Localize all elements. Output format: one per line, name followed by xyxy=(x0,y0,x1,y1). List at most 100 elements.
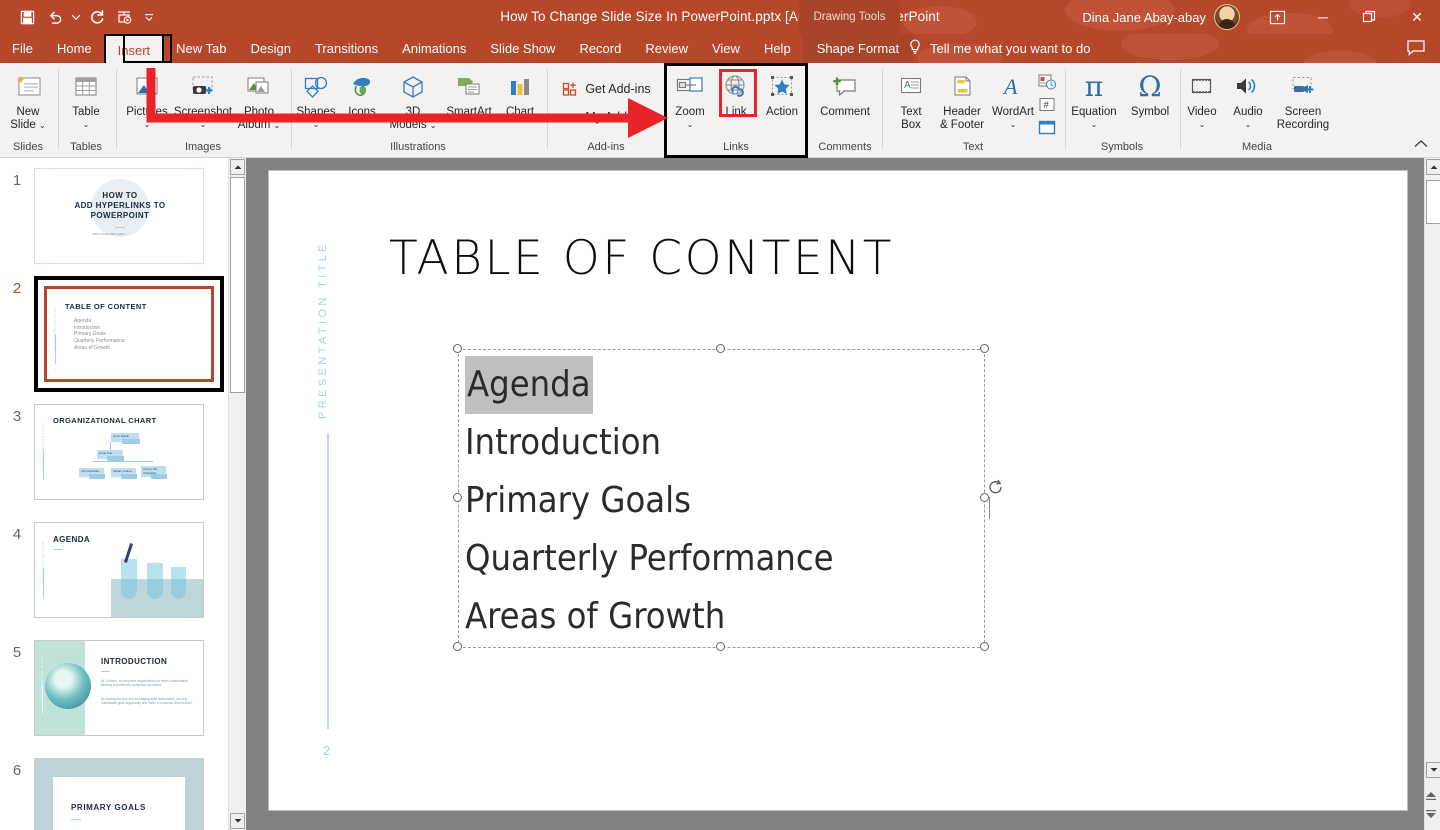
list-item-areas-of-growth[interactable]: Areas of Growth xyxy=(465,588,834,646)
tab-transitions[interactable]: Transitions xyxy=(303,34,390,63)
redo-icon[interactable] xyxy=(84,4,110,30)
list-item-quarterly-performance[interactable]: Quarterly Performance xyxy=(465,530,834,588)
tab-design[interactable]: Design xyxy=(239,34,303,63)
my-addins-button[interactable]: My Add-ins xyxy=(559,105,649,129)
undo-icon[interactable] xyxy=(42,4,68,30)
tab-shape-format[interactable]: Shape Format xyxy=(803,34,913,63)
thumbnail-preview-4[interactable]: PRESENTATION TITLE AGENDA xyxy=(34,522,204,618)
screenshot-button[interactable]: Screenshot ⌄ xyxy=(175,66,231,129)
thumbnail-preview-2[interactable]: PRESENTATION TITLE 2 TABLE OF CONTENT Ag… xyxy=(44,286,214,382)
shapes-button[interactable]: Shapes ⌄ xyxy=(293,66,339,129)
get-addins-button[interactable]: Get Add-ins xyxy=(559,77,652,101)
zoom-button[interactable]: Zoom ⌄ xyxy=(667,66,713,129)
table-caret-icon[interactable]: ⌄ xyxy=(83,120,90,129)
audio-button[interactable]: Audio ⌄ xyxy=(1225,66,1271,129)
slide-thumbnail-pane[interactable]: 1 HOW TOADD HYPERLINKS TOPOWERPOINT DINA… xyxy=(0,158,228,830)
wordart-button[interactable]: A WordArt ⌄ xyxy=(990,66,1036,129)
tab-record[interactable]: Record xyxy=(567,34,633,63)
3d-models-button[interactable]: 3D Models ⌄ xyxy=(385,66,441,132)
thumbnail-pane-scrollbar[interactable] xyxy=(228,158,246,830)
tell-me-box[interactable]: Tell me what you want to do xyxy=(908,34,1090,63)
chart-button[interactable]: Chart xyxy=(497,66,543,119)
resize-handle-top-center[interactable] xyxy=(716,344,725,353)
tab-insert[interactable]: Insert xyxy=(104,34,165,63)
tab-review[interactable]: Review xyxy=(633,34,700,63)
list-item-primary-goals[interactable]: Primary Goals xyxy=(465,472,834,530)
chevron-up-icon[interactable] xyxy=(1412,137,1430,153)
screenshot-caret-icon[interactable]: ⌄ xyxy=(200,120,207,129)
thumbnail-slide-3[interactable]: 3 PRESENTATION TITLE ORGANIZATIONAL CHAR… xyxy=(0,404,228,500)
table-button[interactable]: Table ⌄ xyxy=(58,66,114,129)
photo-album-button[interactable]: Photo Album ⌄ xyxy=(231,66,287,132)
resize-handle-top-left[interactable] xyxy=(453,344,462,353)
slide-scroll-down-button[interactable] xyxy=(1426,762,1440,778)
previous-slide-button[interactable] xyxy=(1424,788,1438,802)
equation-button[interactable]: π Equation ⌄ xyxy=(1066,66,1122,129)
comment-button[interactable]: Comment xyxy=(813,66,877,119)
new-slide-button[interactable]: New Slide ⌄ xyxy=(0,66,56,132)
avatar[interactable] xyxy=(1214,4,1240,30)
resize-handle-bottom-left[interactable] xyxy=(453,642,462,651)
comments-icon[interactable] xyxy=(1406,39,1426,57)
screen-recording-button[interactable]: Screen Recording xyxy=(1271,66,1335,131)
next-slide-button[interactable] xyxy=(1424,808,1438,822)
thumbnail-slide-6[interactable]: 6 PRIMARY GOALS xyxy=(0,758,228,830)
tab-help[interactable]: Help xyxy=(752,34,803,63)
tab-slide-show[interactable]: Slide Show xyxy=(478,34,567,63)
resize-handle-top-right[interactable] xyxy=(980,344,989,353)
undo-dropdown-icon[interactable] xyxy=(70,4,82,30)
save-icon[interactable] xyxy=(14,4,40,30)
tab-file[interactable]: File xyxy=(0,34,45,63)
thumbnail-preview-1[interactable]: HOW TOADD HYPERLINKS TOPOWERPOINT DINA J… xyxy=(34,168,204,264)
header-footer-button[interactable]: Header & Footer xyxy=(934,66,990,131)
slide-scrollbar-thumb[interactable] xyxy=(1426,180,1440,224)
action-button[interactable]: Action xyxy=(759,66,805,119)
resize-handle-middle-right[interactable] xyxy=(980,493,989,502)
video-caret-icon[interactable]: ⌄ xyxy=(1199,120,1206,129)
date-and-time-icon[interactable] xyxy=(1036,72,1058,92)
video-button[interactable]: Video ⌄ xyxy=(1179,66,1225,129)
content-text-box[interactable]: Agenda Introduction Primary Goals Quarte… xyxy=(458,349,985,648)
slide-scroll-up-button[interactable] xyxy=(1426,159,1440,175)
thumbnail-slide-5[interactable]: 5 PRESENTATION TITLE INTRODUCTION At Con… xyxy=(0,640,228,736)
list-item-agenda[interactable]: Agenda xyxy=(465,356,593,414)
shapes-caret-icon[interactable]: ⌄ xyxy=(313,120,320,129)
object-icon[interactable] xyxy=(1036,118,1058,138)
close-button[interactable]: ✕ xyxy=(1394,0,1440,34)
audio-caret-icon[interactable]: ⌄ xyxy=(1245,120,1252,129)
slide-title[interactable]: TABLE OF CONTENT xyxy=(389,231,894,286)
ribbon-display-options-icon[interactable] xyxy=(1266,7,1288,27)
text-box-button[interactable]: A Text Box xyxy=(888,66,934,131)
list-item-introduction[interactable]: Introduction xyxy=(465,414,834,472)
resize-handle-bottom-right[interactable] xyxy=(980,642,989,651)
thumbnail-slide-2[interactable]: 2 PRESENTATION TITLE 2 TABLE OF CONTENT … xyxy=(0,276,228,392)
thumbnail-slide-1[interactable]: 1 HOW TOADD HYPERLINKS TOPOWERPOINT DINA… xyxy=(0,168,228,264)
thumbnail-preview-6[interactable]: PRIMARY GOALS xyxy=(34,758,204,830)
slide-number-icon[interactable]: # xyxy=(1036,95,1058,115)
pictures-button[interactable]: Pictures ⌄ xyxy=(119,66,175,129)
thumbnail-slide-4[interactable]: 4 PRESENTATION TITLE AGENDA xyxy=(0,522,228,618)
tab-new-tab[interactable]: New Tab xyxy=(164,34,238,63)
wordart-caret-icon[interactable]: ⌄ xyxy=(1010,120,1017,129)
pictures-caret-icon[interactable]: ⌄ xyxy=(144,120,151,129)
thumbnail-preview-5[interactable]: PRESENTATION TITLE INTRODUCTION At Conto… xyxy=(34,640,204,736)
start-slideshow-icon[interactable] xyxy=(112,4,138,30)
resize-handle-middle-left[interactable] xyxy=(453,493,462,502)
rotate-handle[interactable] xyxy=(987,479,1005,497)
thumbnail-scroll-down-button[interactable] xyxy=(230,813,245,829)
minimize-button[interactable]: ─ xyxy=(1300,0,1346,34)
tab-view[interactable]: View xyxy=(700,34,752,63)
thumbnail-scroll-up-button[interactable] xyxy=(230,159,245,175)
tab-home[interactable]: Home xyxy=(45,34,104,63)
tab-animations[interactable]: Animations xyxy=(390,34,478,63)
customize-qat-icon[interactable] xyxy=(140,4,158,30)
thumbnail-scrollbar-thumb[interactable] xyxy=(230,177,245,393)
current-slide[interactable]: PRESENTATION TITLE 2 TABLE OF CONTENT Ag… xyxy=(268,170,1408,811)
equation-caret-icon[interactable]: ⌄ xyxy=(1091,120,1098,129)
zoom-caret-icon[interactable]: ⌄ xyxy=(687,120,694,129)
account-area[interactable]: Dina Jane Abay-abay xyxy=(1082,0,1240,34)
maximize-button[interactable] xyxy=(1346,0,1392,34)
symbol-button[interactable]: Ω Symbol xyxy=(1122,66,1178,119)
slide-area-scrollbar[interactable] xyxy=(1424,158,1440,830)
thumbnail-preview-3[interactable]: PRESENTATION TITLE ORGANIZATIONAL CHART … xyxy=(34,404,204,500)
